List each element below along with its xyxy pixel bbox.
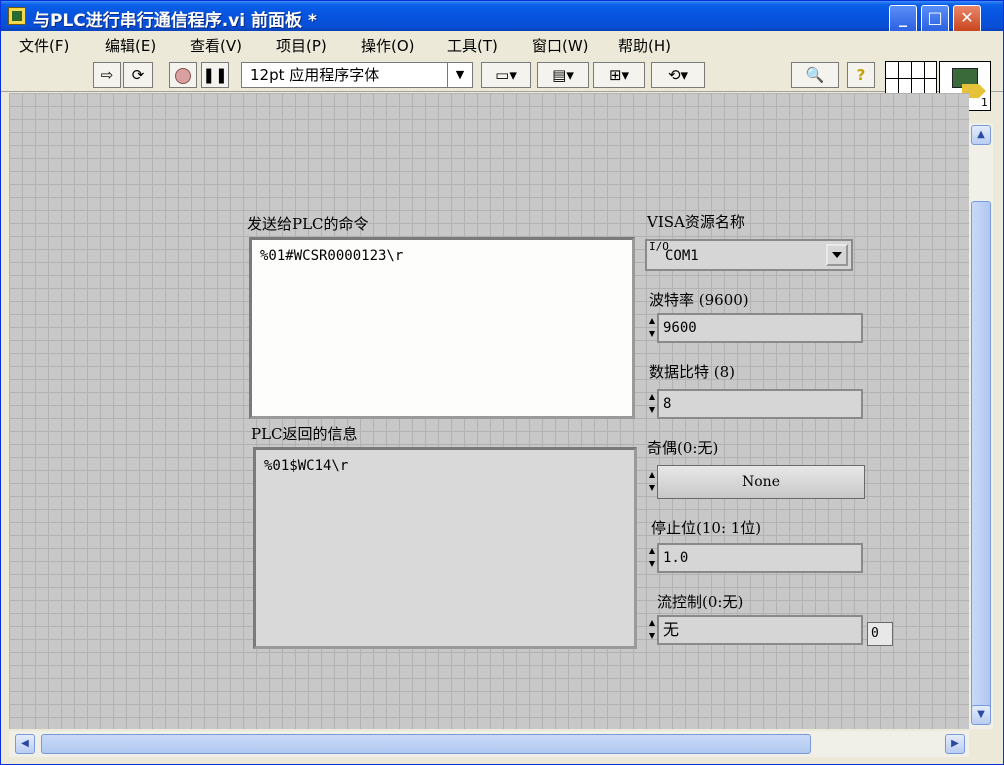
help-icon[interactable]: ?: [847, 62, 875, 88]
vertical-scrollbar[interactable]: ▲ ▼: [969, 123, 993, 729]
visa-dropdown-button[interactable]: [826, 244, 848, 266]
labview-app-icon: [8, 7, 26, 25]
toolbar: ⇨ ⟳ ❚❚ 12pt 应用程序字体 ▼ ▭▾ ▤▾ ⊞▾ ⟲▾ 🔍 ?: [1, 57, 1003, 92]
baud-rate-control[interactable]: 9600: [657, 313, 863, 343]
vertical-scroll-thumb[interactable]: [971, 201, 991, 715]
title-bar[interactable]: 与PLC进行串行通信程序.vi 前面板 * _ □ ✕: [1, 1, 1003, 33]
pause-icon[interactable]: ❚❚: [201, 62, 229, 88]
menu-window[interactable]: 窗口(W): [532, 35, 589, 56]
search-icon[interactable]: 🔍: [791, 62, 839, 88]
parity-ring-control[interactable]: None: [657, 465, 865, 499]
scroll-left-button[interactable]: ◀: [15, 734, 35, 754]
close-button[interactable]: ✕: [953, 5, 981, 33]
databits-label: 数据比特 (8): [649, 363, 736, 381]
flow-numeric-indicator: 0: [867, 622, 893, 646]
vi-icon-number: 1: [981, 96, 988, 109]
response-label: PLC返回的信息: [251, 425, 358, 443]
command-value: %01#WCSR0000123\r: [260, 248, 404, 264]
labview-front-panel-window: 与PLC进行串行通信程序.vi 前面板 * _ □ ✕ 文件(F) 编辑(E) …: [0, 0, 1004, 765]
command-string-control[interactable]: %01#WCSR0000123\r: [249, 237, 635, 419]
flow-control[interactable]: 无: [657, 615, 863, 645]
menu-file[interactable]: 文件(F): [19, 35, 69, 56]
abort-icon[interactable]: [169, 62, 197, 88]
response-string-indicator: %01$WC14\r: [253, 447, 637, 649]
font-selector-label: 12pt 应用程序字体: [250, 66, 380, 84]
stopbits-label: 停止位(10: 1位): [651, 519, 762, 537]
menu-edit[interactable]: 编辑(E): [105, 35, 156, 56]
scroll-right-button[interactable]: ▶: [945, 734, 965, 754]
run-continuously-icon[interactable]: ⟳: [123, 62, 153, 88]
flow-increment-decrement[interactable]: [647, 615, 657, 645]
chevron-down-icon: ▼: [447, 63, 472, 87]
baud-value: 9600: [663, 320, 697, 336]
distribute-icon[interactable]: ▤▾: [537, 62, 589, 88]
databits-increment-decrement[interactable]: [647, 389, 657, 419]
resize-icon[interactable]: ⊞▾: [593, 62, 645, 88]
reorder-icon[interactable]: ⟲▾: [651, 62, 705, 88]
response-value: %01$WC14\r: [264, 458, 349, 474]
menu-view[interactable]: 查看(V): [190, 35, 242, 56]
menu-operate[interactable]: 操作(O): [361, 35, 415, 56]
resize-grip-icon[interactable]: [971, 737, 993, 757]
menu-bar: 文件(F) 编辑(E) 查看(V) 项目(P) 操作(O) 工具(T) 窗口(W…: [1, 31, 1003, 57]
font-selector[interactable]: 12pt 应用程序字体 ▼: [241, 62, 473, 88]
visa-label: VISA资源名称: [647, 213, 745, 231]
baud-increment-decrement[interactable]: [647, 313, 657, 343]
window-title: 与PLC进行串行通信程序.vi 前面板 *: [33, 11, 317, 31]
stopbits-control[interactable]: 1.0: [657, 543, 863, 573]
databits-value: 8: [663, 396, 672, 412]
scroll-down-button[interactable]: ▼: [971, 705, 991, 725]
horizontal-scrollbar[interactable]: ◀ ▶: [9, 731, 969, 757]
maximize-button[interactable]: □: [921, 5, 949, 33]
stopbits-value: 1.0: [663, 550, 689, 566]
flow-indicator-value: 0: [871, 626, 879, 641]
horizontal-scroll-thumb[interactable]: [41, 734, 811, 754]
menu-tools[interactable]: 工具(T): [447, 35, 498, 56]
databits-control[interactable]: 8: [657, 389, 863, 419]
visa-resource-control[interactable]: I/O COM1: [645, 239, 853, 271]
stopbits-increment-decrement[interactable]: [647, 543, 657, 573]
menu-project[interactable]: 项目(P): [276, 35, 327, 56]
run-arrow-icon[interactable]: ⇨: [93, 62, 121, 88]
flow-value: 无: [663, 620, 680, 639]
parity-increment-decrement[interactable]: [647, 467, 657, 497]
menu-help[interactable]: 帮助(H): [618, 35, 671, 56]
flow-label: 流控制(0:无): [657, 593, 744, 611]
visa-value: COM1: [665, 248, 699, 264]
parity-value: None: [742, 474, 780, 490]
baud-label: 波特率 (9600): [649, 291, 749, 309]
parity-label: 奇偶(0:无): [647, 439, 719, 457]
command-label: 发送给PLC的命令: [247, 215, 369, 233]
minimize-button[interactable]: _: [889, 5, 917, 33]
scroll-up-button[interactable]: ▲: [971, 125, 991, 145]
align-icon[interactable]: ▭▾: [481, 62, 531, 88]
